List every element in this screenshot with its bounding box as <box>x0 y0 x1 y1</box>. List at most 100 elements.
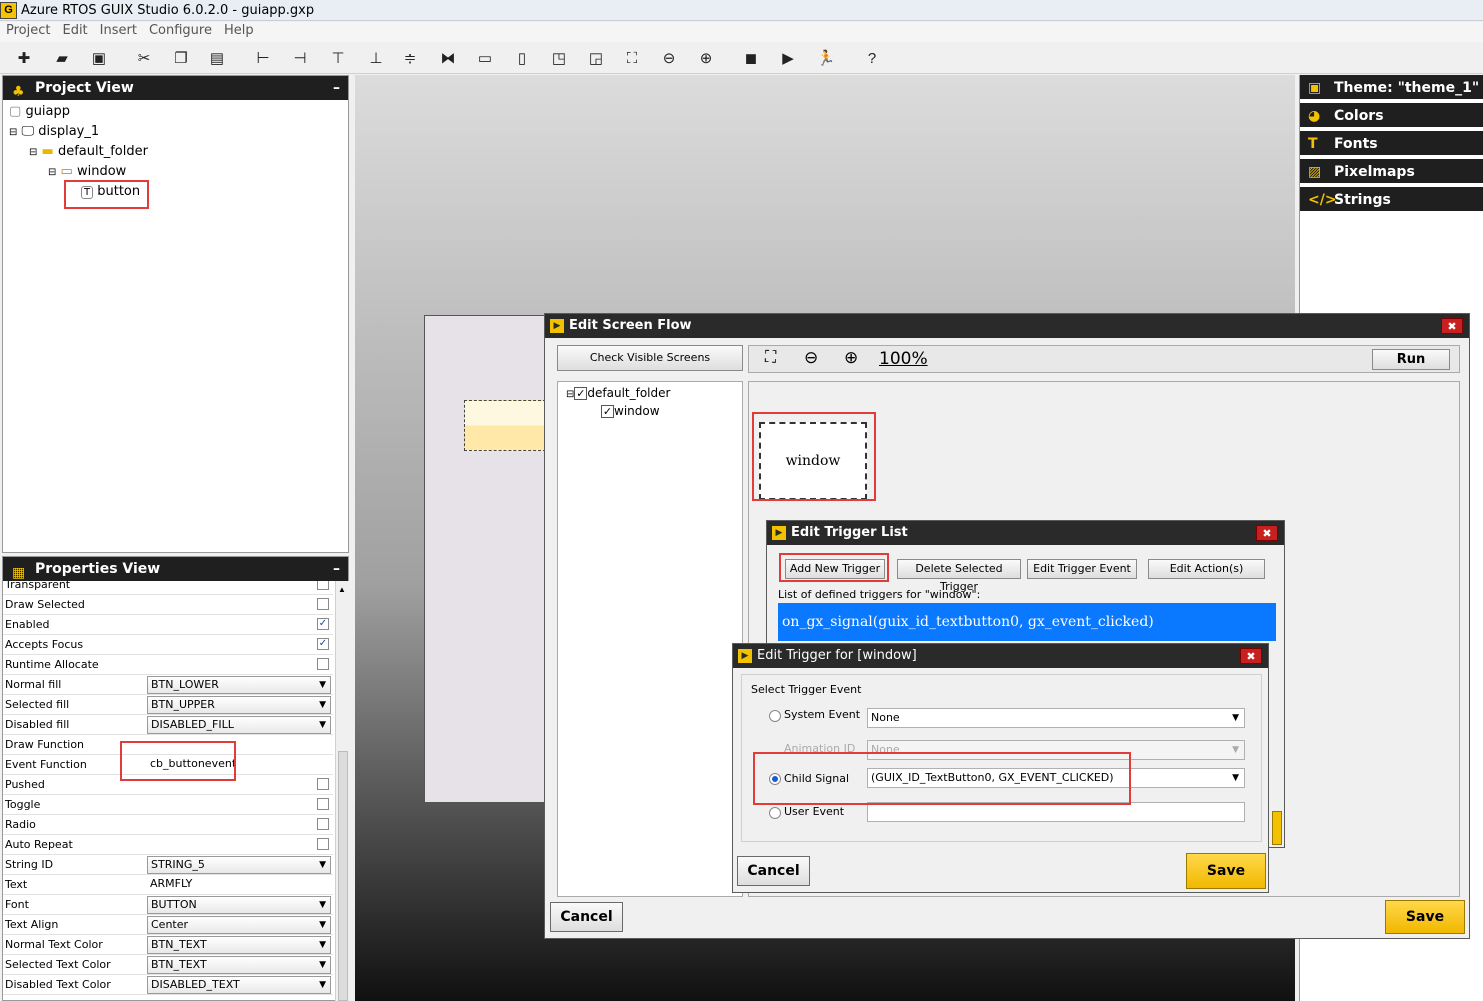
property-row[interactable]: Normal Text Color BTN_TEXT ▼ <box>3 935 333 955</box>
window-preview[interactable] <box>424 315 550 803</box>
collapse-icon[interactable]: ⊟ <box>566 389 574 400</box>
record-icon[interactable]: ◼ <box>741 48 761 68</box>
property-checkbox[interactable]: ✓ <box>317 638 329 650</box>
button-preview[interactable] <box>464 400 546 451</box>
scroll-thumb[interactable] <box>338 751 348 1001</box>
property-text-field[interactable]: ARMFLY <box>147 876 331 894</box>
property-dropdown[interactable]: BTN_LOWER ▼ <box>147 676 331 694</box>
property-dropdown[interactable]: DISABLED_FILL ▼ <box>147 716 331 734</box>
menu-insert[interactable]: Insert <box>94 22 143 39</box>
property-checkbox[interactable] <box>317 598 329 610</box>
scroll-up-icon[interactable]: ▲ <box>338 585 346 594</box>
edit-trigger-event-button[interactable]: Edit Trigger Event <box>1027 559 1137 579</box>
tree-item-window[interactable]: ✓ window <box>601 404 660 418</box>
property-row[interactable]: Accepts Focus ✓ <box>3 635 333 655</box>
property-row[interactable]: Transparent <box>3 581 333 595</box>
save-button[interactable]: Save <box>1385 900 1465 934</box>
property-checkbox[interactable]: ✓ <box>317 618 329 630</box>
property-checkbox[interactable] <box>317 838 329 850</box>
edit-actions-button[interactable]: Edit Action(s) <box>1148 559 1265 579</box>
align-bottom-icon[interactable]: ⊥ <box>366 48 386 68</box>
menu-configure[interactable]: Configure <box>143 22 218 39</box>
property-row[interactable]: Disabled Text Color DISABLED_TEXT ▼ <box>3 975 333 995</box>
property-row[interactable]: Radio <box>3 815 333 835</box>
system-event-radio[interactable] <box>769 710 781 722</box>
delete-selected-trigger-button[interactable]: Delete Selected Trigger <box>897 559 1021 593</box>
property-row[interactable]: Toggle <box>3 795 333 815</box>
resource-pixelmaps[interactable]: ▨ Pixelmaps <box>1300 159 1483 185</box>
property-row[interactable]: Text ARMFLY <box>3 875 333 895</box>
menu-edit[interactable]: Edit <box>56 22 93 39</box>
zoom-in-icon[interactable]: ⊕ <box>844 348 858 368</box>
property-checkbox[interactable] <box>317 818 329 830</box>
user-event-input[interactable] <box>867 802 1245 822</box>
tree-item-guiapp[interactable]: ▢ guiapp <box>9 104 70 119</box>
system-event-select[interactable]: None ▼ <box>867 708 1245 728</box>
menu-help[interactable]: Help <box>218 22 260 39</box>
resource-colors[interactable]: ◕ Colors <box>1300 103 1483 129</box>
property-dropdown[interactable]: BTN_TEXT ▼ <box>147 936 331 954</box>
size-to-fit-icon[interactable]: ⛶ <box>622 48 642 68</box>
collapse-icon[interactable]: ⊟ <box>48 167 56 178</box>
property-dropdown[interactable]: DISABLED_TEXT ▼ <box>147 976 331 994</box>
trigger-list-item[interactable]: on_gx_signal(guix_id_textbutton0, gx_eve… <box>778 603 1276 641</box>
property-row[interactable]: Auto Repeat <box>3 835 333 855</box>
save-icon[interactable]: ▣ <box>89 48 109 68</box>
checkbox[interactable]: ✓ <box>601 405 614 418</box>
property-row[interactable]: Font BUTTON ▼ <box>3 895 333 915</box>
property-dropdown[interactable]: BTN_UPPER ▼ <box>147 696 331 714</box>
copy-icon[interactable]: ❐ <box>171 48 191 68</box>
minimize-icon[interactable]: – <box>333 76 340 100</box>
check-visible-screens-button[interactable]: Check Visible Screens <box>557 345 743 371</box>
paste-icon[interactable]: ▤ <box>207 48 227 68</box>
save-button[interactable]: Save <box>1186 853 1266 889</box>
run-button[interactable]: Run <box>1372 349 1450 370</box>
user-event-radio[interactable] <box>769 807 781 819</box>
move-back-icon[interactable]: ◲ <box>586 48 606 68</box>
align-top-icon[interactable]: ⊤ <box>328 48 348 68</box>
new-icon[interactable]: ✚ <box>14 48 34 68</box>
collapse-icon[interactable]: ⊟ <box>9 127 17 138</box>
close-icon[interactable]: ✖ <box>1240 648 1262 664</box>
runner-icon[interactable]: 🏃 <box>816 48 836 68</box>
property-dropdown[interactable]: Center ▼ <box>147 916 331 934</box>
scrollbar[interactable]: ▲ <box>335 581 349 1001</box>
close-icon[interactable]: ✖ <box>1441 318 1463 334</box>
property-row[interactable]: Draw Selected <box>3 595 333 615</box>
property-row[interactable]: Text Align Center ▼ <box>3 915 333 935</box>
tree-item-default-folder[interactable]: ⊟ ✓ default_folder <box>566 386 670 400</box>
tree-item-default-folder[interactable]: ⊟ ▬ default_folder <box>29 144 148 159</box>
move-front-icon[interactable]: ◳ <box>549 48 569 68</box>
cancel-button[interactable]: Cancel <box>550 902 623 932</box>
resource-fonts[interactable]: T Fonts <box>1300 131 1483 157</box>
cancel-button[interactable]: Cancel <box>737 856 810 886</box>
property-checkbox[interactable] <box>317 581 329 590</box>
align-right-icon[interactable]: ⊣ <box>290 48 310 68</box>
minimize-icon[interactable]: – <box>333 557 340 581</box>
zoom-out-icon[interactable]: ⊖ <box>804 348 818 368</box>
property-checkbox[interactable] <box>317 798 329 810</box>
property-row[interactable]: String ID STRING_5 ▼ <box>3 855 333 875</box>
fit-icon[interactable]: ⛶ <box>765 349 776 367</box>
align-left-icon[interactable]: ⊢ <box>253 48 273 68</box>
property-checkbox[interactable] <box>317 778 329 790</box>
open-icon[interactable]: ▰ <box>52 48 72 68</box>
property-row[interactable]: Disabled fill DISABLED_FILL ▼ <box>3 715 333 735</box>
property-row[interactable]: Selected fill BTN_UPPER ▼ <box>3 695 333 715</box>
property-dropdown[interactable]: BTN_TEXT ▼ <box>147 956 331 974</box>
close-icon[interactable]: ✖ <box>1256 525 1278 541</box>
menu-project[interactable]: Project <box>0 22 56 39</box>
v-center-icon[interactable]: ≑ <box>400 48 420 68</box>
zoom-out-icon[interactable]: ⊖ <box>659 48 679 68</box>
run-icon[interactable]: ▶ <box>778 48 798 68</box>
collapse-icon[interactable]: ⊟ <box>29 147 37 158</box>
h-center-icon[interactable]: ⧓ <box>438 48 458 68</box>
help-icon[interactable]: ? <box>862 48 882 68</box>
cut-icon[interactable]: ✂ <box>134 48 154 68</box>
equal-height-icon[interactable]: ▯ <box>512 48 532 68</box>
property-row[interactable]: Runtime Allocate <box>3 655 333 675</box>
property-row[interactable]: Enabled ✓ <box>3 615 333 635</box>
resource-strings[interactable]: </> Strings <box>1300 187 1483 213</box>
property-dropdown[interactable]: STRING_5 ▼ <box>147 856 331 874</box>
checkbox[interactable]: ✓ <box>574 387 588 400</box>
